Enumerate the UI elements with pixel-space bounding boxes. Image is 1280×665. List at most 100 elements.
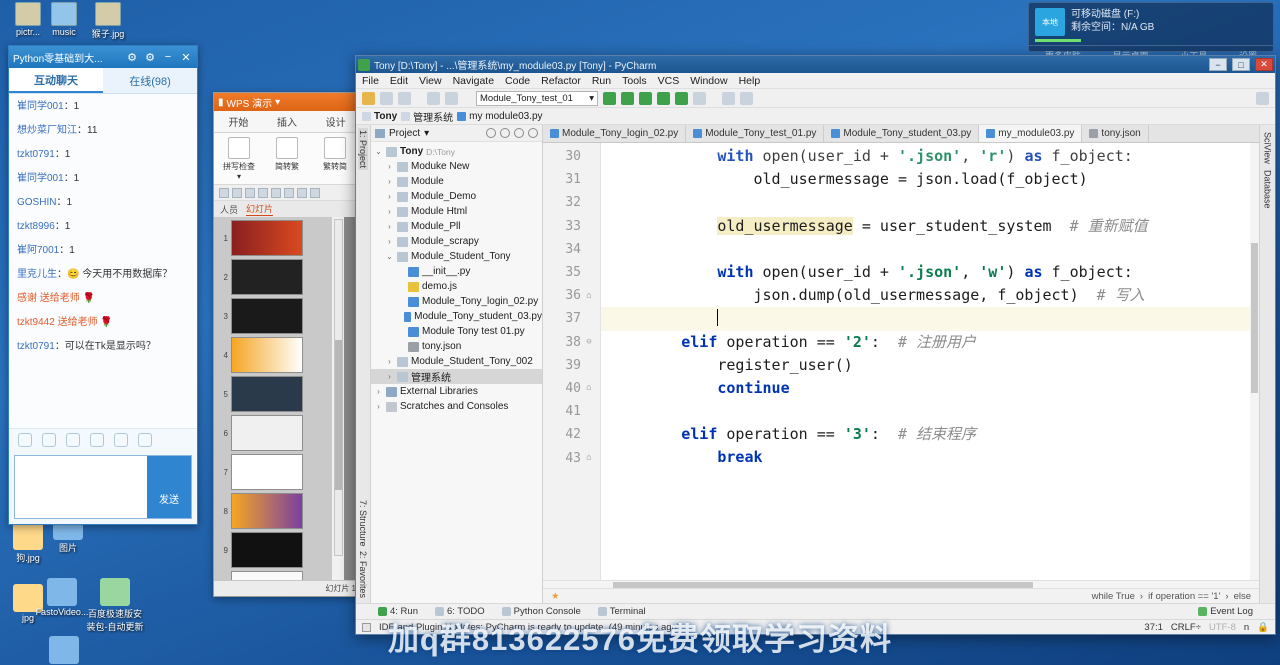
coverage-icon[interactable] <box>639 91 652 105</box>
close-button[interactable]: ✕ <box>1255 58 1273 71</box>
image-icon[interactable] <box>90 432 104 447</box>
code-viewport[interactable]: 30 31 32 33 34 35 36 ⌂ 37 38 ⊖ 39 40 ⌂ 41 42 43 ⌂ with op… <box>543 143 1259 580</box>
scrollbar-thumb[interactable] <box>335 340 342 490</box>
menu-view[interactable]: View <box>419 75 442 87</box>
code-line[interactable] <box>601 307 1259 331</box>
rail-structure-button[interactable]: 7: Structure <box>358 498 368 549</box>
project-tree-node[interactable]: › Moduke New <box>371 159 542 174</box>
project-tree-node[interactable]: › Module_Student_Tony_002 <box>371 354 542 369</box>
block-icon[interactable] <box>114 432 128 447</box>
open-folder-icon[interactable] <box>362 91 375 105</box>
chevron-right-icon[interactable]: › <box>385 162 394 171</box>
scrollbar-thumb[interactable] <box>613 582 1033 588</box>
project-tree-node[interactable]: › Module_Pll <box>371 219 542 234</box>
project-tree-node[interactable]: Module_Tony_login_02.py <box>371 294 542 309</box>
code-text[interactable]: with open(user_id + '.json', 'r') as f_o… <box>601 143 1259 580</box>
menu-refactor[interactable]: Refactor <box>541 75 581 87</box>
chevron-down-icon[interactable]: ⌄ <box>374 147 383 156</box>
run-icon[interactable] <box>603 91 616 105</box>
project-tree-node[interactable]: › Scratches and Consoles <box>371 399 542 414</box>
editor-area[interactable]: Module_Tony_login_02.py Module_Tony_test_… <box>543 125 1259 603</box>
chevron-right-icon[interactable]: › <box>385 222 394 231</box>
menu-file[interactable]: File <box>362 75 379 87</box>
settings-icon[interactable] <box>514 128 524 138</box>
scissors-icon[interactable] <box>42 432 56 447</box>
project-tree-node[interactable]: demo.js <box>371 279 542 294</box>
code-line[interactable]: register_user() <box>601 354 1259 377</box>
wps-slide-panel[interactable]: 1 2 3 4 5 6 7 8 9 10 11 12 <box>214 217 332 580</box>
menu-vcs[interactable]: VCS <box>658 75 680 87</box>
menu-help[interactable]: Help <box>739 75 761 87</box>
navbar-crumb-project[interactable]: Tony <box>362 111 397 122</box>
editor-tab[interactable]: Module_Tony_student_03.py <box>824 125 980 142</box>
code-line[interactable] <box>601 400 1259 423</box>
code-fold-icon[interactable]: ⊖ <box>584 337 594 347</box>
menu-run[interactable]: Run <box>592 75 611 87</box>
stop-icon[interactable] <box>693 91 706 105</box>
slide-thumbnail[interactable]: 2 <box>216 259 330 295</box>
wps-tab-home[interactable]: 开始 <box>214 111 263 132</box>
editor-tab[interactable]: Module_Tony_test_01.py <box>686 125 825 142</box>
wps-slide-scrollbar[interactable] <box>334 219 343 556</box>
slide-thumbnail[interactable]: 7 <box>216 454 330 490</box>
rail-sciview-button[interactable]: SciView <box>1263 129 1273 167</box>
project-tree-node[interactable]: ⌄ Module_Student_Tony <box>371 249 542 264</box>
collapse-all-icon[interactable] <box>486 128 496 138</box>
wps-window[interactable]: ▮ WPS 演示 ▾ 开始 插入 设计 拼写检查 ▾ 简转繁 繁转简 人员 幻灯… <box>213 92 361 597</box>
trash-icon[interactable] <box>138 432 152 447</box>
chevron-right-icon[interactable]: › <box>385 207 394 216</box>
breadcrumb-else[interactable]: else <box>1234 591 1251 602</box>
code-line[interactable]: break <box>601 446 1259 469</box>
menu-tools[interactable]: Tools <box>622 75 647 87</box>
editor-tab[interactable]: my_module03.py <box>979 125 1083 142</box>
dropdown-icon[interactable]: ▾ <box>275 97 280 108</box>
profile-icon[interactable] <box>657 91 670 105</box>
new-icon[interactable] <box>271 187 281 198</box>
send-button[interactable]: 发送 <box>147 456 191 518</box>
hide-panel-icon[interactable] <box>528 128 538 138</box>
code-fold-icon[interactable]: ⌂ <box>584 453 594 463</box>
editor-tab[interactable]: tony.json <box>1082 125 1149 142</box>
chat-tab-interactive[interactable]: 互动聊天 <box>9 68 103 93</box>
chat-input-row[interactable]: 发送 <box>14 455 192 519</box>
wps-subtab-people[interactable]: 人员 <box>220 203 238 216</box>
chevron-right-icon[interactable]: › <box>385 357 394 366</box>
breadcrumb-while[interactable]: while True <box>1092 591 1135 602</box>
chat-tab-online[interactable]: 在线(98) <box>103 68 197 93</box>
code-fold-icon[interactable]: ⌂ <box>584 291 594 301</box>
rail-project-button[interactable]: 1: Project <box>358 128 368 171</box>
code-line[interactable]: elif operation == '2': # 注册用户 <box>601 331 1259 354</box>
desktop-gadget-disk-info[interactable]: 本地 可移动磁盘 (F:) 剩余空间：N/A GB 更多皮肤 显示桌面 小工具 … <box>1028 2 1274 61</box>
print-icon[interactable] <box>245 187 255 198</box>
code-line[interactable]: continue <box>601 377 1259 400</box>
editor-tab[interactable]: Module_Tony_login_02.py <box>543 125 687 142</box>
project-tree-node[interactable]: › Module Html <box>371 204 542 219</box>
open-icon[interactable] <box>219 187 229 198</box>
code-line[interactable] <box>601 238 1259 261</box>
code-line[interactable]: with open(user_id + '.json', 'w') as f_o… <box>601 261 1259 284</box>
slide-thumbnail[interactable]: 4 <box>216 337 330 373</box>
settings-icon[interactable] <box>740 91 753 105</box>
vertical-scrollbar[interactable] <box>1250 143 1259 580</box>
editor-tabs[interactable]: Module_Tony_login_02.py Module_Tony_test_… <box>543 125 1259 143</box>
breadcrumb-if[interactable]: if operation == '1' <box>1148 591 1220 602</box>
project-tree[interactable]: ⌄ Tony D:\Tony › Moduke New › Module › Module_D… <box>371 142 542 603</box>
chevron-right-icon[interactable]: › <box>385 372 394 381</box>
code-line[interactable]: with open(user_id + '.json', 'r') as f_o… <box>601 145 1259 168</box>
code-fold-icon[interactable]: ⌂ <box>584 383 594 393</box>
debug-icon[interactable] <box>621 91 634 105</box>
run-configuration-selector[interactable]: Module_Tony_test_01 ▾ <box>476 90 598 106</box>
wps-tab-insert[interactable]: 插入 <box>263 111 312 132</box>
project-tree-node[interactable]: › External Libraries <box>371 384 542 399</box>
desktop-icon-fastvideo[interactable]: FastoVideo... <box>34 578 90 617</box>
wps-btn-trad-to-simp[interactable]: 繁转简 <box>316 137 354 180</box>
wps-btn-spellcheck[interactable]: 拼写检查 ▾ <box>220 137 258 181</box>
save-icon[interactable] <box>232 187 242 198</box>
menu-window[interactable]: Window <box>690 75 727 87</box>
project-tree-node[interactable]: › Module <box>371 174 542 189</box>
slide-thumbnail[interactable]: 1 <box>216 220 330 256</box>
wps-subtab-slides[interactable]: 幻灯片 <box>246 202 274 216</box>
chevron-right-icon[interactable]: › <box>385 177 394 186</box>
chevron-down-icon[interactable]: ⌄ <box>385 252 394 261</box>
project-tree-node[interactable]: › 管理系统 <box>371 369 542 384</box>
